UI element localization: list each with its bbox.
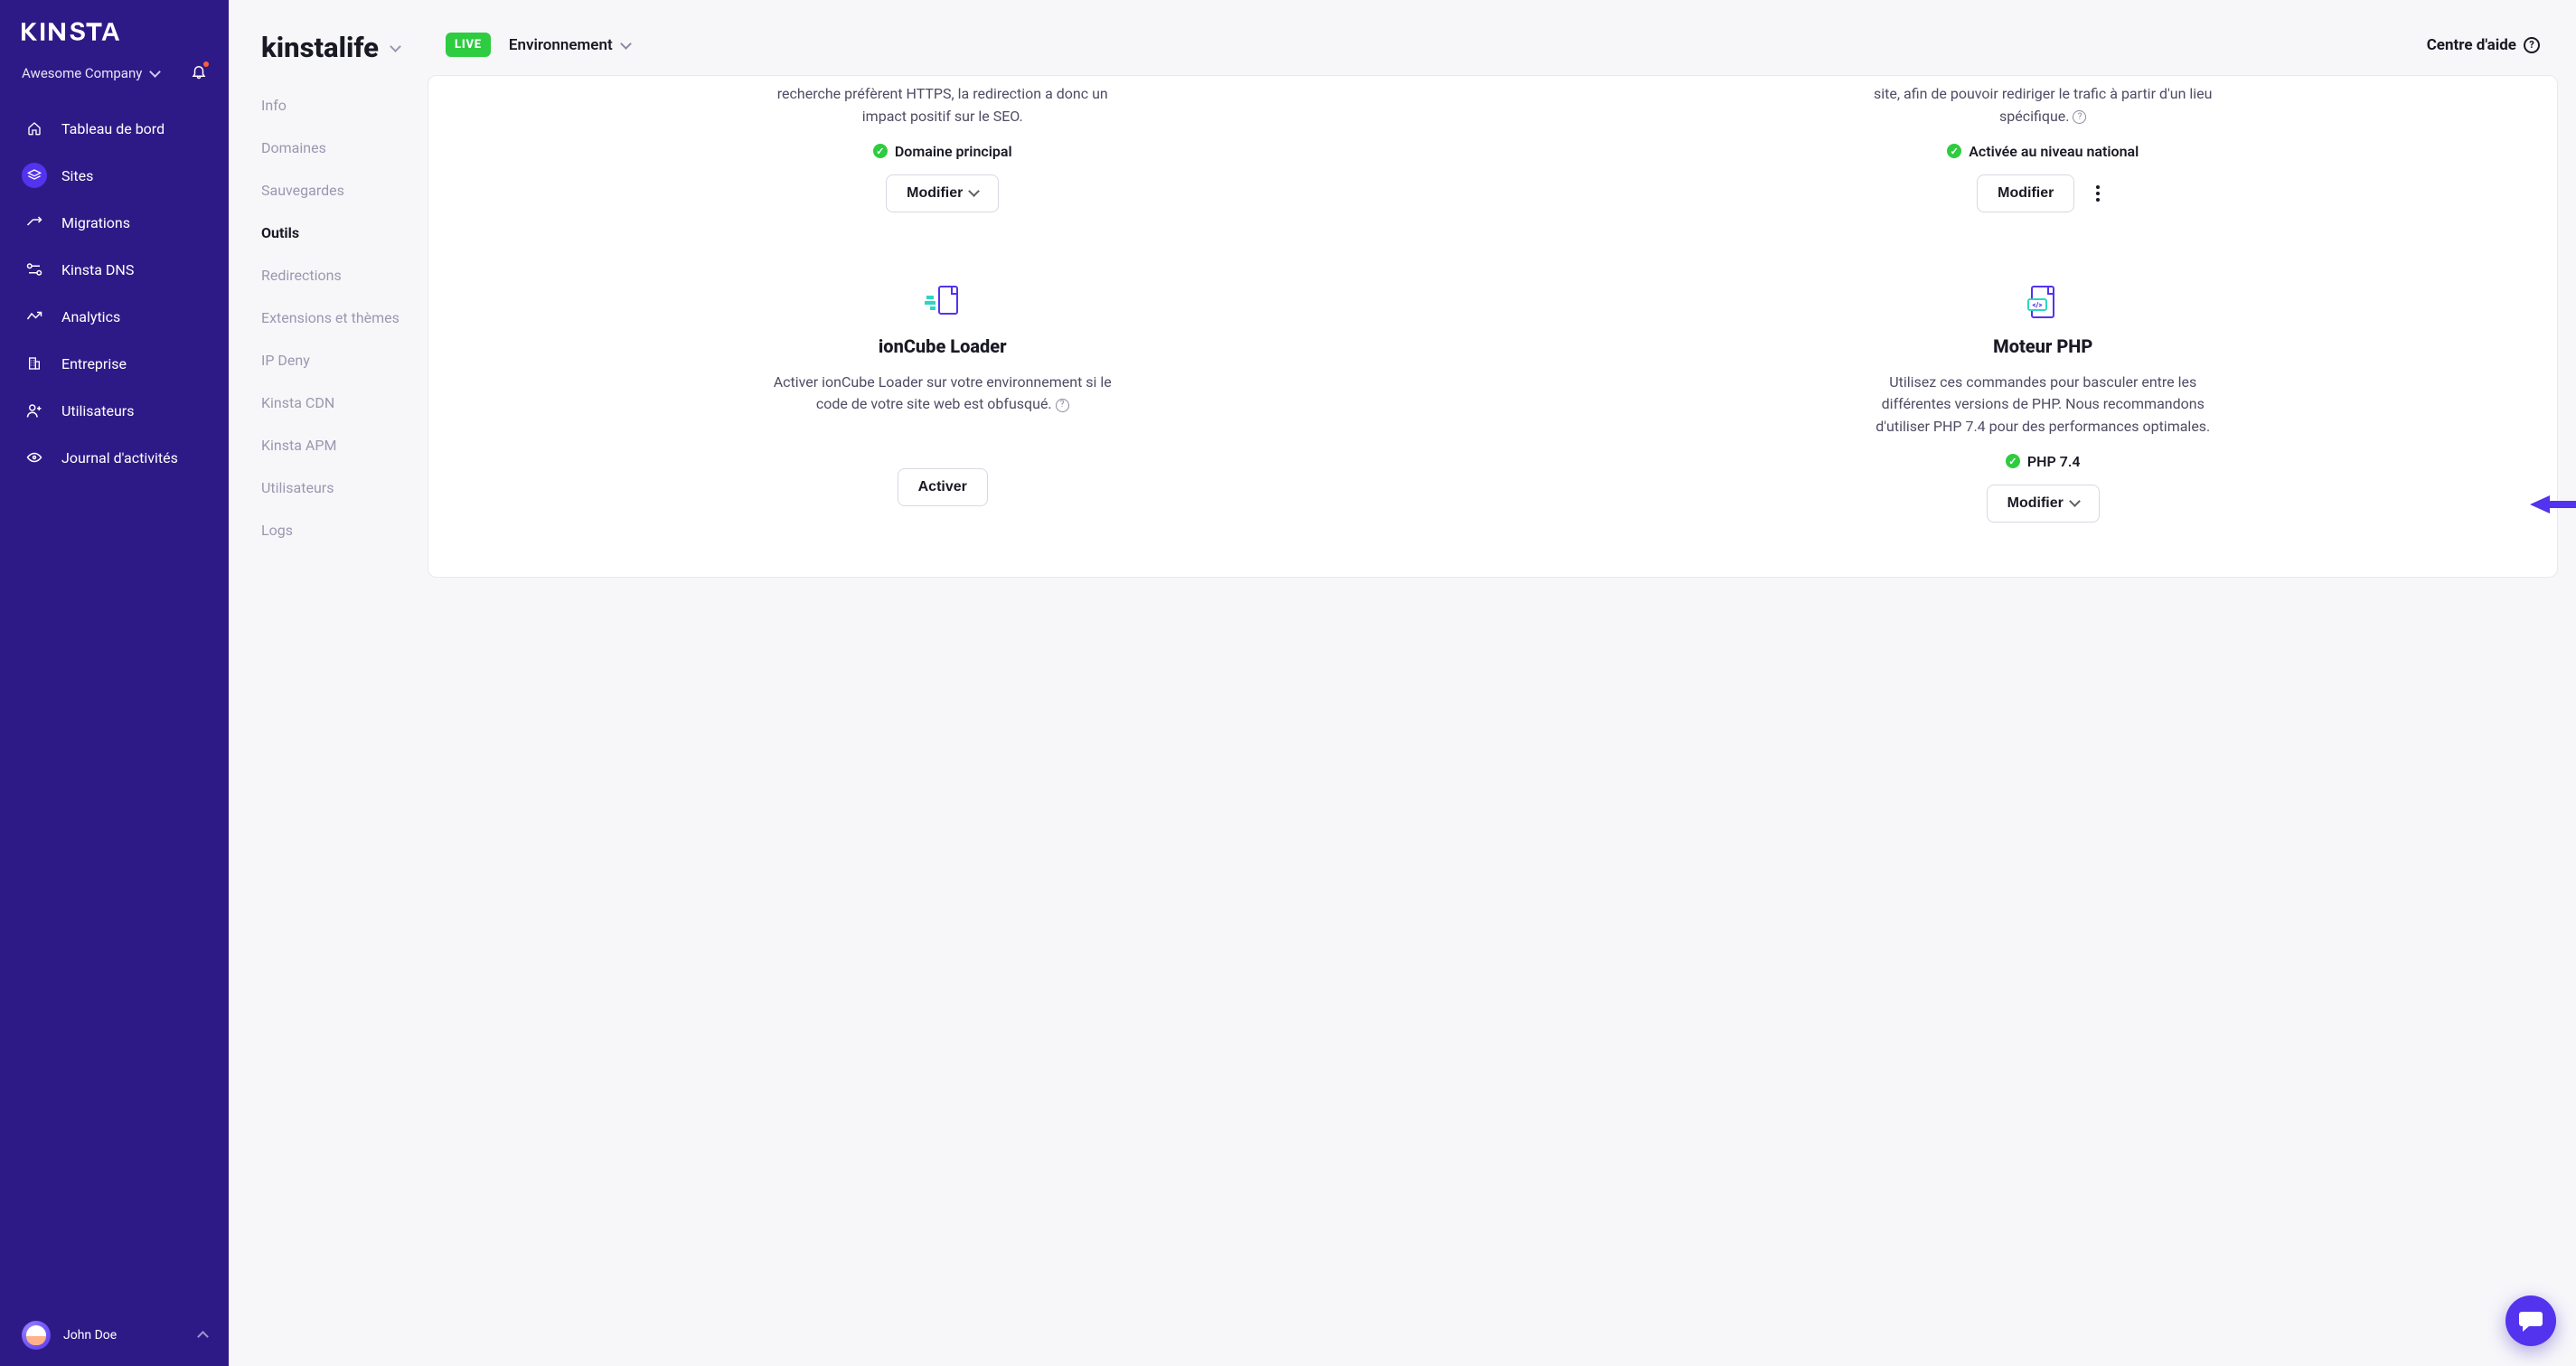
tool-title: ionCube Loader [879,335,1007,357]
env-live-badge: LIVE [446,33,491,57]
file-php-icon: </> [2021,285,2064,321]
tool-description: Utilisez ces commandes pour basculer ent… [1871,372,2214,438]
tool-title: Moteur PHP [1993,335,2092,357]
nav-label: Analytics [61,308,120,325]
tool-geoip: site, afin de pouvoir rediriger le trafi… [1565,83,2522,212]
analytics-icon [22,304,47,329]
tool-description: recherche préfèrent HTTPS, la redirectio… [771,83,1114,128]
chevron-down-icon [970,187,978,200]
nav-dns[interactable]: Kinsta DNS [7,248,221,291]
nav-label: Entreprise [61,355,127,372]
user-plus-icon [22,398,47,423]
tool-description: Activer ionCube Loader sur votre environ… [771,372,1114,417]
chevron-down-icon [622,36,630,54]
tools-panel: recherche préfèrent HTTPS, la redirectio… [428,75,2558,578]
check-circle-icon: ✓ [2006,454,2020,468]
subnav-tools[interactable]: Outils [261,224,428,241]
brand-logo[interactable] [0,20,229,63]
svg-text:</>: </> [2033,301,2043,309]
subnav-cdn[interactable]: Kinsta CDN [261,394,428,411]
company-name: Awesome Company [22,65,142,81]
check-circle-icon: ✓ [1947,144,1961,158]
chevron-down-icon [151,65,159,81]
chevron-down-icon [2071,497,2079,510]
check-circle-icon: ✓ [873,144,888,158]
tool-status: ✓ Activée au niveau national [1947,143,2139,160]
tool-status: ✓ PHP 7.4 [2006,453,2081,470]
geoip-modify-button[interactable]: Modifier [1977,174,2074,212]
subnav-info[interactable]: Info [261,97,428,114]
nav-label: Sites [61,167,93,184]
annotation-arrow-icon [2530,494,2576,515]
nav-sites[interactable]: Sites [7,154,221,197]
help-center-link[interactable]: Centre d'aide ? [2427,36,2540,54]
notification-dot-icon [203,61,209,67]
subnav-backups[interactable]: Sauvegardes [261,182,428,199]
nav-label: Migrations [61,214,130,231]
current-user[interactable]: John Doe [0,1305,229,1366]
nav-users[interactable]: Utilisateurs [7,389,221,432]
https-modify-button[interactable]: Modifier [886,174,999,212]
primary-sidebar: Awesome Company Tableau de bord Sites Mi… [0,0,229,1366]
site-switcher[interactable] [391,39,400,56]
topbar: LIVE Environnement Centre d'aide ? [428,0,2576,75]
nav-company[interactable]: Entreprise [7,342,221,385]
nav-activity[interactable]: Journal d'activités [7,436,221,479]
help-icon[interactable]: ? [2073,110,2086,124]
environment-label: Environnement [509,36,613,54]
tool-php-engine: </> Moteur PHP Utilisez ces commandes po… [1565,285,2522,523]
chevron-up-icon [199,1327,207,1344]
main-content: LIVE Environnement Centre d'aide ? reche… [428,0,2576,1366]
nav-migrations[interactable]: Migrations [7,201,221,244]
tool-https: recherche préfèrent HTTPS, la redirectio… [465,83,1421,212]
company-switcher[interactable]: Awesome Company [22,65,159,81]
subnav-ipdeny[interactable]: IP Deny [261,352,428,369]
eye-icon [22,445,47,470]
site-subnav: Info Domaines Sauvegardes Outils Redirec… [229,97,428,539]
subnav-users[interactable]: Utilisateurs [261,479,428,496]
dns-icon [22,257,47,282]
tool-status: ✓ Domaine principal [873,143,1012,160]
chat-icon [2518,1309,2543,1333]
site-subnav-column: kinstalife Info Domaines Sauvegardes Out… [229,0,428,1366]
subnav-plugins[interactable]: Extensions et thèmes [261,309,428,326]
ioncube-activate-button[interactable]: Activer [898,468,988,506]
environment-dropdown[interactable]: Environnement [509,36,630,54]
file-code-icon [921,285,964,321]
home-icon [22,116,47,141]
help-icon[interactable]: ? [1056,399,1069,412]
chat-launcher[interactable] [2505,1295,2556,1346]
avatar-icon [22,1321,51,1350]
subnav-redirects[interactable]: Redirections [261,267,428,284]
nav-label: Utilisateurs [61,402,134,419]
nav-label: Journal d'activités [61,449,178,466]
subnav-domains[interactable]: Domaines [261,139,428,156]
nav-dashboard[interactable]: Tableau de bord [7,107,221,150]
primary-nav: Tableau de bord Sites Migrations Kinsta … [0,107,229,479]
subnav-logs[interactable]: Logs [261,522,428,539]
subnav-apm[interactable]: Kinsta APM [261,437,428,454]
nav-label: Tableau de bord [61,120,165,137]
php-modify-button[interactable]: Modifier [1987,485,2100,523]
tool-description: site, afin de pouvoir rediriger le trafi… [1871,83,2214,128]
geoip-more-menu[interactable] [2087,183,2109,204]
user-name: John Doe [63,1328,186,1342]
nav-analytics[interactable]: Analytics [7,295,221,338]
site-title: kinstalife [261,31,379,64]
migrate-icon [22,210,47,235]
help-icon: ? [2524,37,2540,53]
notifications-bell[interactable] [191,63,207,83]
nav-label: Kinsta DNS [61,261,134,278]
layers-icon [22,163,47,188]
tool-ioncube: ionCube Loader Activer ionCube Loader su… [465,285,1421,523]
building-icon [22,351,47,376]
help-label: Centre d'aide [2427,36,2516,54]
